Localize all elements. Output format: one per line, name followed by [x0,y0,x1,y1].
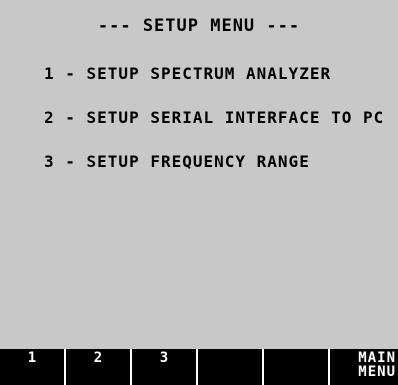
softkey-5[interactable] [264,349,330,385]
softkey-main-menu[interactable]: MAIN MENU [330,349,398,385]
softkey-4[interactable] [198,349,264,385]
softkey-bar: 1 2 3 MAIN MENU [0,349,398,385]
softkey-2-label: 2 [93,350,103,366]
menu-item-setup-serial-interface[interactable]: 2 - SETUP SERIAL INTERFACE TO PC [44,108,384,130]
softkey-2[interactable]: 2 [66,349,132,385]
softkey-1[interactable]: 1 [0,349,66,385]
menu-item-setup-spectrum-analyzer[interactable]: 1 - SETUP SPECTRUM ANALYZER [44,64,384,86]
lcd-screen: --- SETUP MENU --- 1 - SETUP SPECTRUM AN… [0,0,398,385]
softkey-1-label: 1 [27,350,37,366]
menu-title: --- SETUP MENU --- [97,16,301,36]
softkey-3[interactable]: 3 [132,349,198,385]
setup-menu-list: 1 - SETUP SPECTRUM ANALYZER 2 - SETUP SE… [44,64,384,196]
softkey-3-label: 3 [159,350,169,366]
softkey-main-menu-label: MAIN MENU [358,350,396,380]
menu-item-setup-frequency-range[interactable]: 3 - SETUP FREQUENCY RANGE [44,152,384,174]
